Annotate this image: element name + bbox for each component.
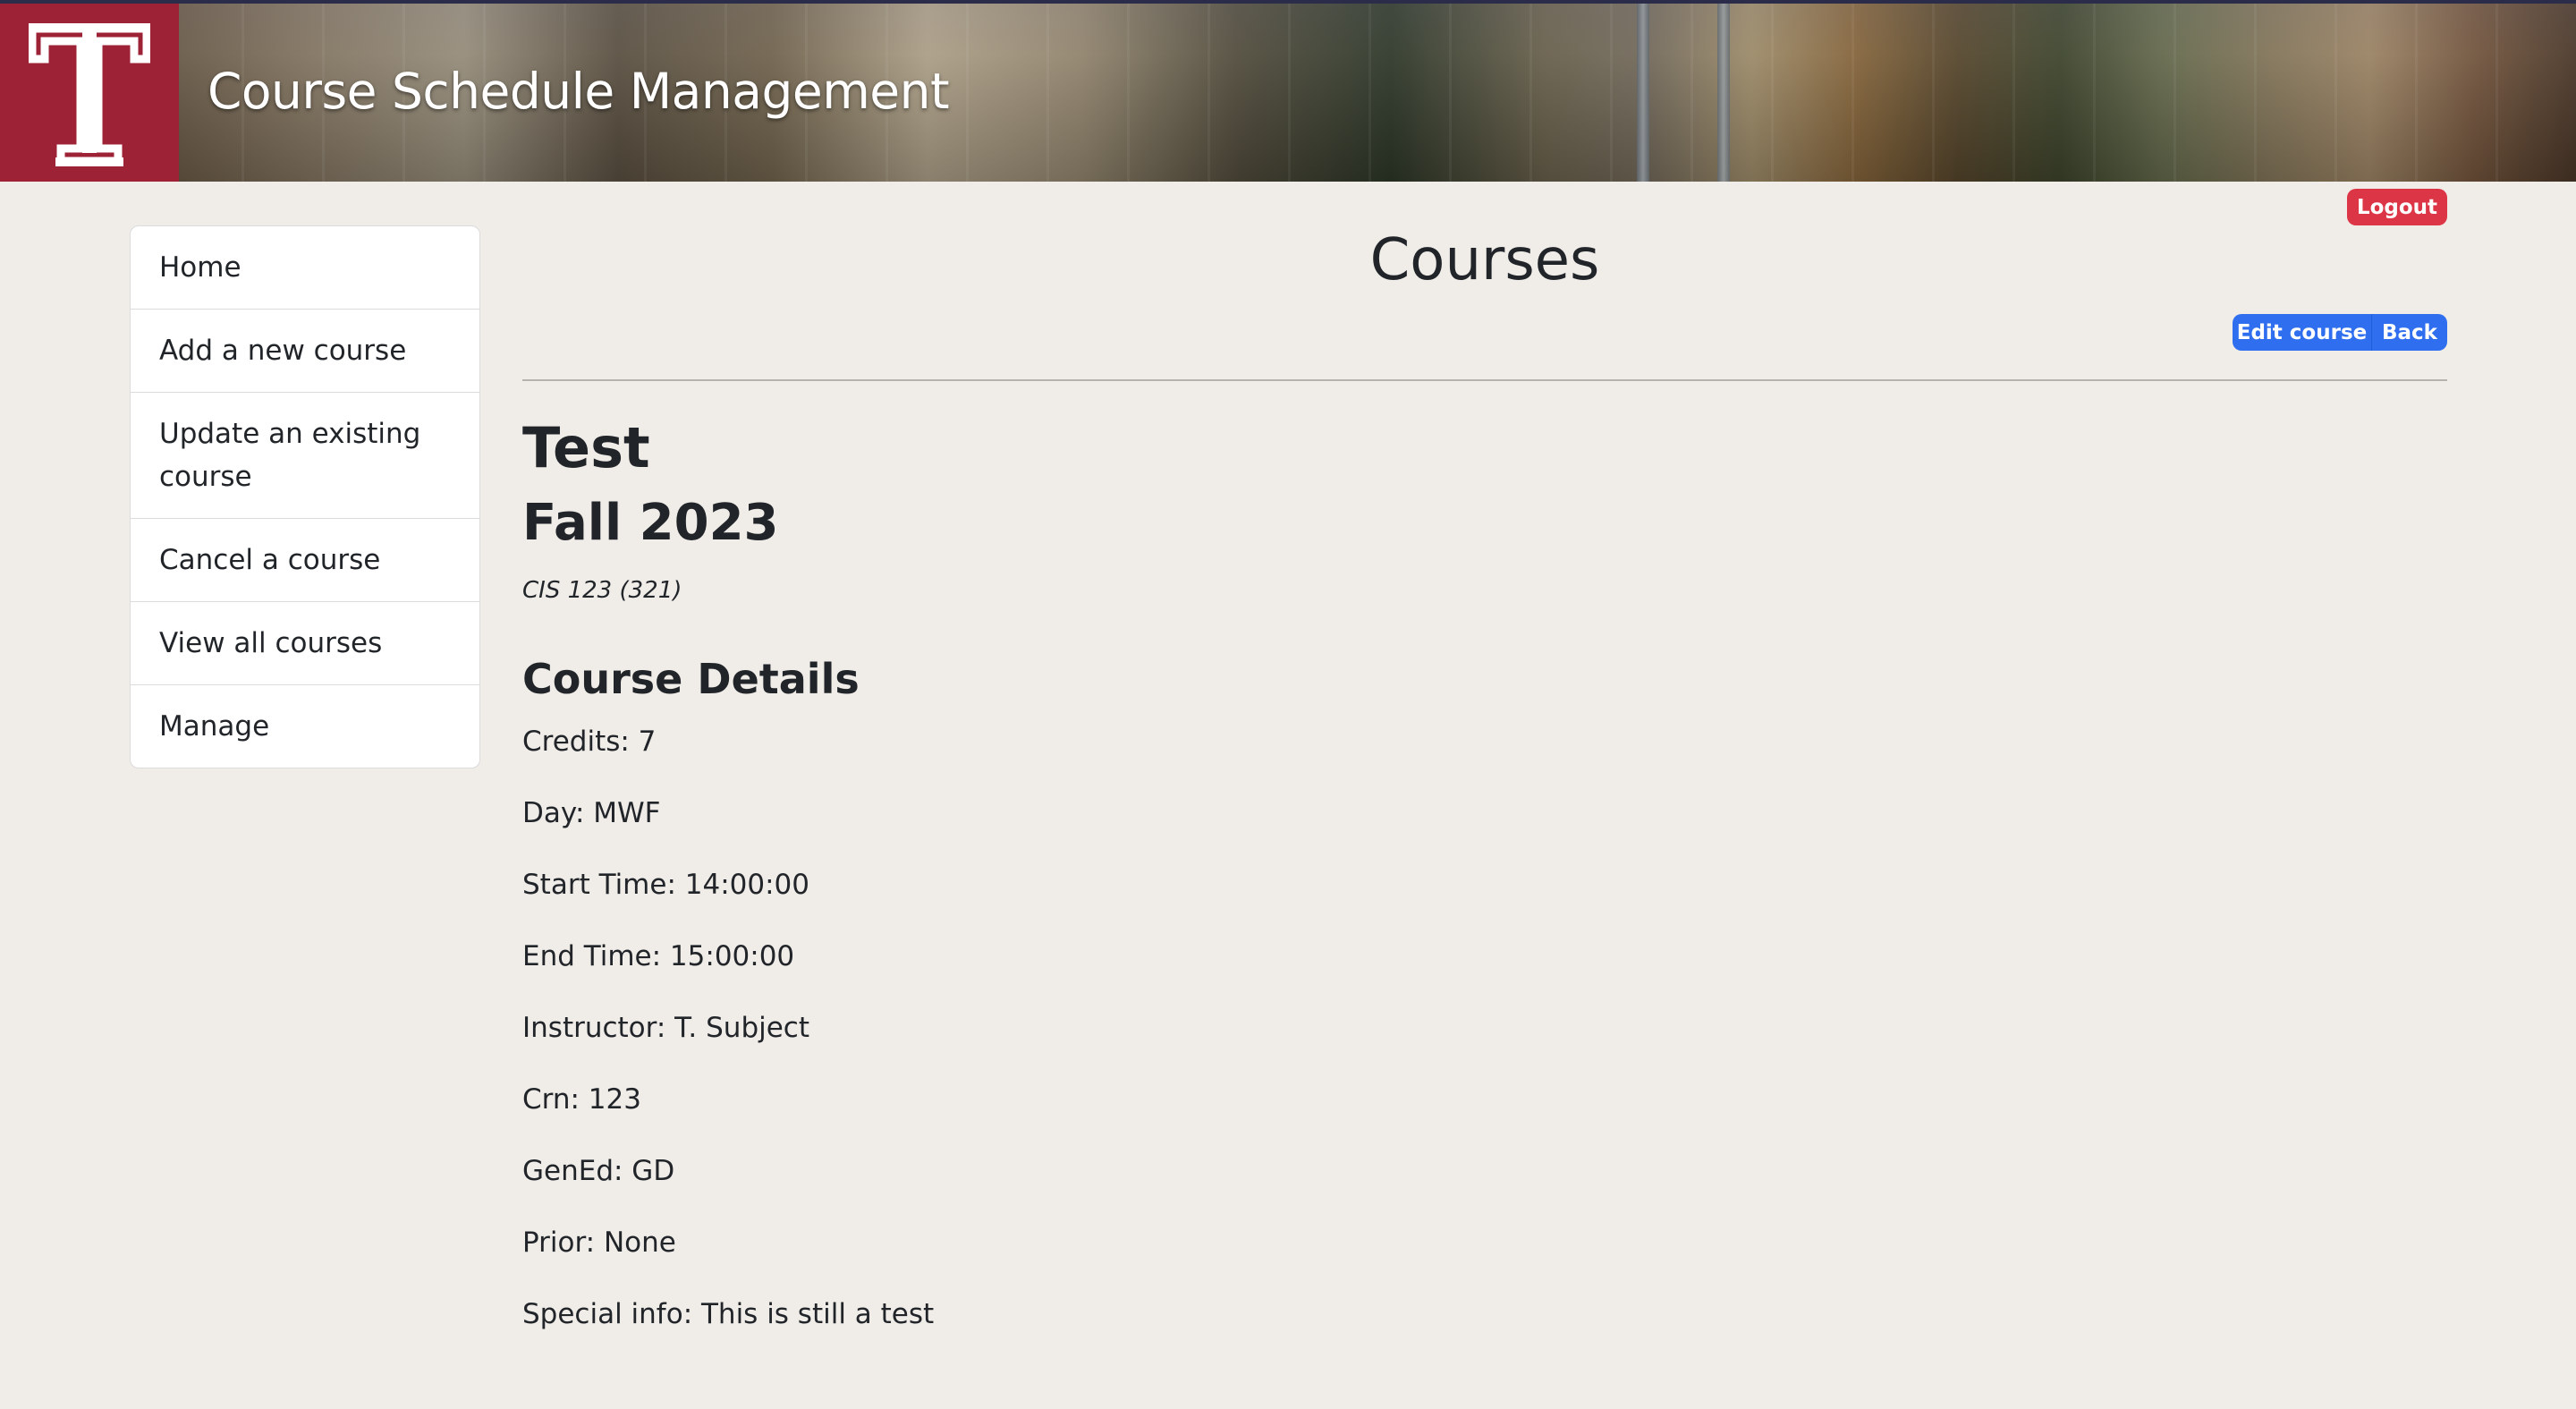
sidebar-item-update-course[interactable]: Update an existing course <box>131 393 479 519</box>
app-title: Course Schedule Management <box>208 63 950 120</box>
course-name: Test <box>522 415 650 480</box>
detail-day: Day: MWF <box>522 797 661 829</box>
header-banner: Course Schedule Management <box>0 0 2576 182</box>
detail-instructor: Instructor: T. Subject <box>522 1012 810 1044</box>
detail-prior: Prior: None <box>522 1227 676 1259</box>
detail-gened: GenEd: GD <box>522 1155 675 1187</box>
detail-crn: Crn: 123 <box>522 1083 641 1116</box>
course-details-heading: Course Details <box>522 655 860 703</box>
sidebar-item-home[interactable]: Home <box>131 226 479 310</box>
page: Course Schedule Management Logout Home A… <box>0 0 2576 1409</box>
edit-course-button[interactable]: Edit course <box>2233 314 2371 351</box>
sidebar-item-cancel-course[interactable]: Cancel a course <box>131 519 479 602</box>
detail-start-time: Start Time: 14:00:00 <box>522 869 809 901</box>
divider <box>522 379 2447 381</box>
detail-special-info: Special info: This is still a test <box>522 1298 935 1330</box>
sidebar-item-manage[interactable]: Manage <box>131 685 479 768</box>
detail-credits: Credits: 7 <box>522 726 657 758</box>
logout-button[interactable]: Logout <box>2347 189 2447 225</box>
logo[interactable] <box>0 4 179 182</box>
page-title: Courses <box>1369 227 1600 293</box>
banner-photo-post <box>1717 4 1730 182</box>
banner-photo-post <box>1637 4 1649 182</box>
course-actions: Edit course Back <box>2233 314 2447 351</box>
sidebar-item-view-courses[interactable]: View all courses <box>131 602 479 685</box>
back-button[interactable]: Back <box>2371 314 2447 351</box>
temple-t-logo-icon <box>29 23 150 166</box>
detail-end-time: End Time: 15:00:00 <box>522 940 795 972</box>
header-top-stripe <box>0 0 2576 4</box>
sidebar-nav: Home Add a new course Update an existing… <box>130 225 480 768</box>
sidebar-item-add-course[interactable]: Add a new course <box>131 310 479 393</box>
course-code: CIS 123 (321) <box>522 577 682 604</box>
course-term: Fall 2023 <box>522 494 779 552</box>
